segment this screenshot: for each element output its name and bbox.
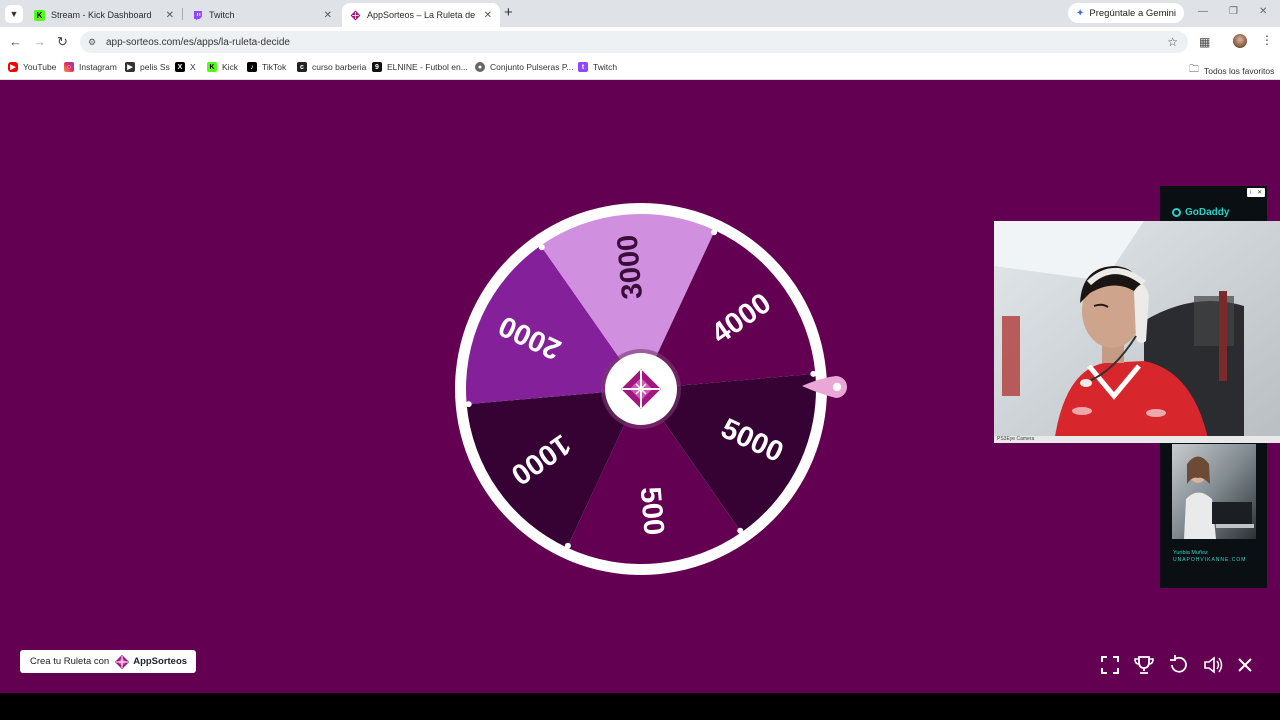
close-icon[interactable] — [1234, 654, 1256, 676]
gemini-button[interactable]: ✦ Pregúntale a Gemini — [1068, 3, 1184, 23]
close-icon[interactable]: ✕ — [324, 10, 332, 21]
twitch-icon — [192, 10, 203, 21]
tab-title: AppSorteos – La Ruleta de la Su — [367, 10, 478, 20]
profile-avatar[interactable] — [1233, 34, 1247, 48]
kick-icon: K — [34, 9, 45, 21]
bookmark-pelis[interactable]: ▶ pelis Ss — [125, 62, 170, 72]
appsorteos-icon — [350, 10, 361, 21]
volume-icon[interactable] — [1202, 654, 1224, 676]
bookmark-label: curso barberia — [312, 62, 367, 72]
ad-site: UNAPOHVIKANNE.COM — [1173, 557, 1247, 563]
trophy-icon[interactable] — [1133, 654, 1155, 676]
close-icon[interactable]: ✕ — [166, 10, 174, 21]
godaddy-logo: GoDaddy — [1172, 207, 1229, 218]
ad-photo — [1172, 444, 1256, 539]
tab-kick-dashboard[interactable]: K Stream - Kick Dashboard ✕ — [26, 3, 182, 27]
ad-brand: GoDaddy — [1185, 207, 1230, 218]
webcam-feed — [994, 221, 1280, 443]
fullscreen-icon[interactable] — [1099, 654, 1121, 676]
instagram-icon: ○ — [64, 62, 74, 72]
roulette-page: 3000 4000 5000 500 1000 2000 i ✕ GoDaddy Yurib… — [0, 80, 1280, 693]
bookmark-label: YouTube — [23, 62, 57, 72]
x-icon: X — [175, 62, 185, 72]
bookmarks-bar: ▶ YouTube ○ Instagram ▶ pelis Ss X X K K… — [0, 57, 1280, 80]
credit-text: Crea tu Ruleta con — [30, 656, 110, 667]
bookmark-kick[interactable]: K Kick — [207, 62, 238, 72]
close-icon[interactable]: ✕ — [484, 10, 492, 21]
reset-icon[interactable] — [1167, 654, 1189, 676]
back-button[interactable]: ← — [9, 35, 22, 49]
url-text[interactable]: app-sorteos.com/es/apps/la-ruleta-decide — [106, 37, 290, 48]
wheel-peg — [465, 401, 472, 408]
tab-search-button[interactable]: ▼ — [5, 5, 23, 23]
all-favorites-folder[interactable]: 🗀 Todos los favoritos — [1189, 62, 1274, 79]
browser-toolbar: ← → ↻ ⚙ app-sorteos.com/es/apps/la-rulet… — [0, 27, 1280, 57]
gemini-label: Pregúntale a Gemini — [1089, 7, 1176, 19]
more-menu-icon[interactable]: ⋮ — [1261, 33, 1273, 47]
elnine-icon: 9 — [372, 62, 382, 72]
bookmark-elnine[interactable]: 9 ELNINE - Futbol en... — [372, 62, 468, 72]
plus-icon: + — [504, 4, 513, 21]
bookmark-label: Twitch — [593, 62, 618, 72]
credit-brand: AppSorteos — [133, 656, 188, 667]
wheel-pointer — [802, 376, 847, 398]
bookmark-label: ELNINE - Futbol en... — [387, 62, 468, 72]
maximize-button[interactable]: ❐ — [1229, 6, 1238, 17]
tab-title: Stream - Kick Dashboard — [51, 10, 152, 20]
play-icon: ▶ — [125, 62, 135, 72]
kick-icon: K — [207, 62, 217, 72]
taskbar-strip — [0, 693, 1280, 720]
tiktok-icon: ♪ — [247, 62, 257, 72]
webcam-label: PS3Eye Camera — [994, 436, 1280, 443]
bookmark-curso-barberia[interactable]: c curso barberia — [297, 62, 366, 72]
prize-wheel[interactable]: 30004000500050010002000 — [455, 203, 827, 575]
bookmark-label: pelis Ss — [140, 62, 170, 72]
site-icon: c — [297, 62, 307, 72]
bookmark-x[interactable]: X X — [175, 62, 196, 72]
bookmark-label: TikTok — [262, 62, 287, 72]
bookmark-tiktok[interactable]: ♪ TikTok — [247, 62, 286, 72]
wheel-segment-label: 500 — [634, 486, 670, 537]
bookmark-label: X — [190, 62, 196, 72]
tab-title: Twitch — [209, 10, 235, 20]
forward-button[interactable]: → — [33, 35, 46, 49]
bookmark-label: Instagram — [79, 62, 117, 72]
new-tab-button[interactable]: + — [504, 5, 513, 21]
folder-icon: 🗀 — [1189, 64, 1199, 75]
ad-person-name: Yuribia Muñoz — [1173, 550, 1208, 556]
close-window-button[interactable]: ✕ — [1259, 6, 1267, 17]
bookmark-label: Kick — [222, 62, 239, 72]
twitch-icon: t — [578, 62, 588, 72]
chevron-down-icon: ▼ — [9, 9, 19, 19]
tab-bar: ▼ K Stream - Kick Dashboard ✕ Twitch ✕ A… — [0, 0, 1280, 27]
youtube-icon: ▶ — [8, 62, 18, 72]
gemini-sparkle-icon: ✦ — [1076, 7, 1085, 19]
extensions-icon[interactable]: ▦ — [1199, 35, 1210, 49]
bookmark-youtube[interactable]: ▶ YouTube — [8, 62, 56, 72]
tab-appsorteos[interactable]: AppSorteos – La Ruleta de la Su ✕ — [342, 3, 500, 27]
bookmark-conjunto-pulseras[interactable]: ● Conjunto Pulseras P... — [475, 62, 573, 72]
address-bar[interactable]: ⚙ app-sorteos.com/es/apps/la-ruleta-deci… — [80, 31, 1188, 53]
wheel-peg — [737, 527, 744, 534]
minimize-button[interactable]: — — [1198, 6, 1208, 17]
create-roulette-button[interactable]: Crea tu Ruleta con AppSorteos — [20, 650, 196, 673]
bookmark-instagram[interactable]: ○ Instagram — [64, 62, 117, 72]
wheel-segment-label: 3000 — [612, 233, 650, 300]
reload-button[interactable]: ↻ — [57, 35, 68, 49]
wheel-peg — [564, 542, 571, 549]
wheel-peg — [538, 244, 545, 251]
webcam-overlay — [994, 221, 1280, 443]
bookmark-label: Conjunto Pulseras P... — [490, 62, 574, 72]
ad-choices-icon[interactable]: i ✕ — [1247, 188, 1265, 197]
bookmark-star-icon[interactable]: ☆ — [1167, 35, 1178, 49]
globe-icon: ● — [475, 62, 485, 72]
wheel-peg — [711, 229, 718, 236]
all-favorites-label: Todos los favoritos — [1204, 65, 1275, 76]
tab-twitch[interactable]: Twitch ✕ — [184, 3, 340, 27]
site-info-icon[interactable]: ⚙ — [88, 37, 98, 47]
appsorteos-logo-icon — [115, 654, 130, 669]
bookmark-twitch[interactable]: t Twitch — [578, 62, 617, 72]
